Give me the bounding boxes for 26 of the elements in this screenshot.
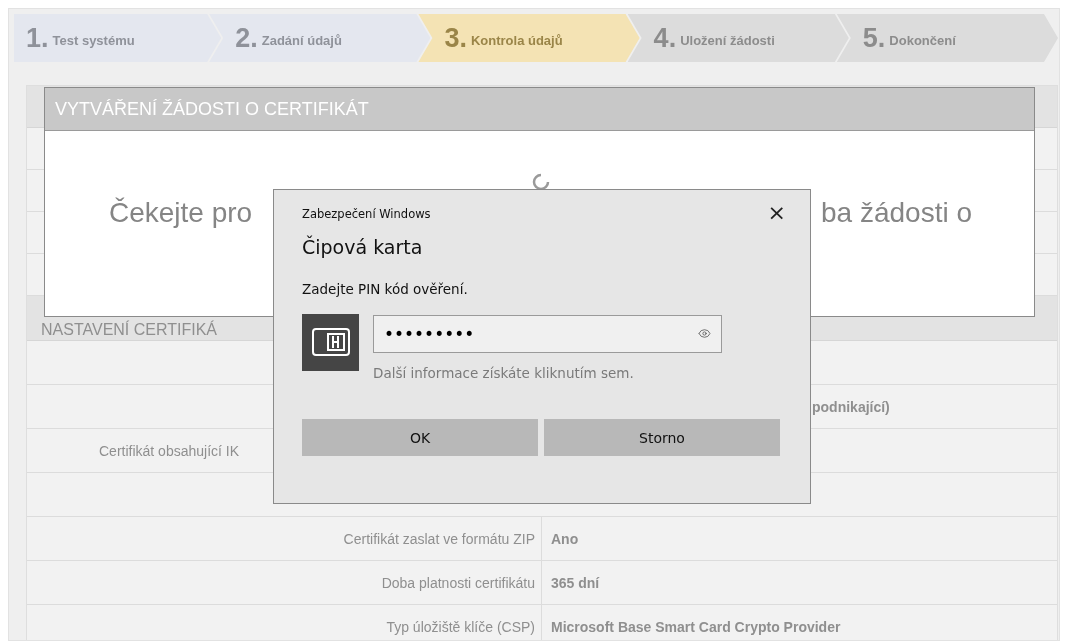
wizard-step: 2.Zadání údajů: [209, 14, 431, 62]
wizard-step: 3.Kontrola údajů: [418, 14, 640, 62]
field-value: podnikající): [812, 398, 890, 415]
smart-card-icon: [302, 314, 359, 371]
wizard-step: 5.Dokončení: [836, 14, 1058, 62]
wizard-step: 4.Uložení žádosti: [627, 14, 849, 62]
field-value: Ano: [551, 530, 579, 547]
reveal-password-icon[interactable]: [698, 327, 711, 340]
dialog-heading: Čipová karta: [302, 236, 424, 258]
field-label: Doba platnosti certifikátu: [381, 574, 535, 591]
pin-field[interactable]: •••••••••: [373, 315, 722, 353]
help-link[interactable]: Další informace získáte kliknutím sem.: [373, 365, 722, 381]
wizard-step: 1.Test systému: [14, 14, 222, 62]
dialog-title: Zabezpečení Windows: [302, 207, 431, 221]
pin-prompt: Zadejte PIN kód ověření.: [302, 281, 469, 297]
field-label: Typ úložiště klíče (CSP): [386, 618, 535, 635]
spinner-icon: [532, 173, 550, 191]
close-button[interactable]: ×: [767, 202, 786, 226]
wait-message: Čekejte pro: [109, 196, 253, 229]
field-value: Microsoft Base Smart Card Crypto Provider: [551, 618, 841, 635]
dialog-button[interactable]: Storno: [544, 419, 780, 456]
field-value: 365 dní: [551, 574, 600, 591]
field-label: Certifikát obsahující IK: [99, 442, 240, 459]
field-label: Certifikát zaslat ve formátu ZIP: [343, 530, 535, 547]
wait-message: ba žádosti o: [821, 196, 972, 229]
dialog-button[interactable]: OK: [302, 419, 538, 456]
